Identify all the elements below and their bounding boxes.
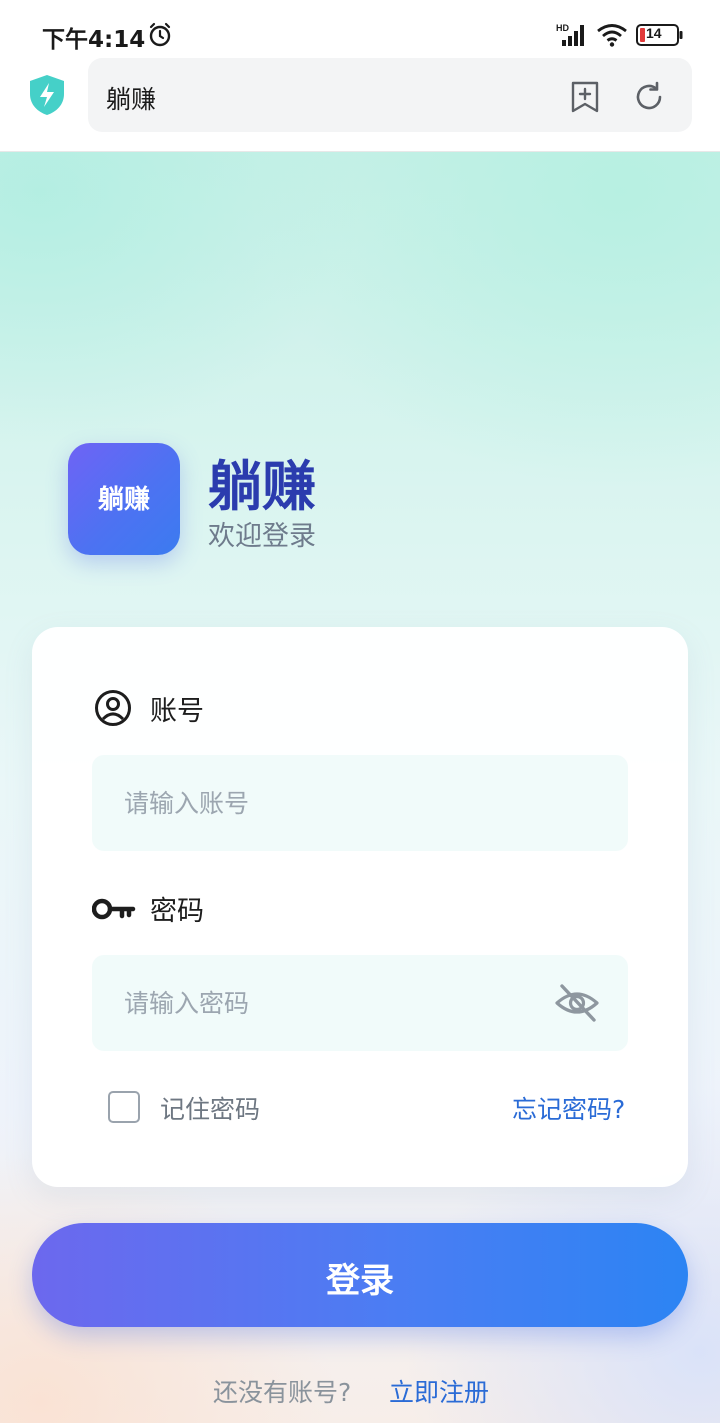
register-link[interactable]: 立即注册 bbox=[389, 1373, 489, 1409]
network-label: HD bbox=[556, 23, 569, 33]
login-button[interactable]: 登录 bbox=[32, 1223, 688, 1327]
password-field[interactable] bbox=[92, 955, 628, 1051]
app-logo: 躺赚 bbox=[68, 443, 180, 555]
login-page: 躺赚 躺赚 欢迎登录 账号 密码 记住密码 bbox=[0, 152, 720, 1423]
remember-password-label[interactable]: 记住密码 bbox=[160, 1090, 260, 1126]
account-label: 账号 bbox=[150, 696, 204, 727]
password-label: 密码 bbox=[150, 896, 204, 927]
alarm-icon bbox=[149, 22, 171, 47]
key-icon bbox=[92, 898, 136, 920]
signal-icon: HD bbox=[556, 23, 584, 46]
login-button-label: 登录 bbox=[326, 1262, 394, 1300]
bookmark-add-icon[interactable] bbox=[568, 80, 602, 114]
page-title: 躺赚 bbox=[106, 85, 157, 114]
remember-password-checkbox[interactable] bbox=[108, 1091, 140, 1123]
account-input[interactable] bbox=[124, 779, 544, 827]
browser-toolbar: 躺赚 bbox=[0, 56, 720, 152]
account-field[interactable] bbox=[92, 755, 628, 851]
register-prompt: 还没有账号? bbox=[213, 1378, 352, 1407]
app-name: 躺赚 bbox=[208, 455, 316, 518]
refresh-icon[interactable] bbox=[632, 80, 666, 114]
eye-off-icon[interactable] bbox=[554, 983, 600, 1023]
login-form-card: 账号 密码 记住密码 忘记密码? bbox=[32, 627, 688, 1187]
status-time: 下午4:14 bbox=[42, 27, 146, 53]
app-tagline: 欢迎登录 bbox=[208, 521, 316, 552]
password-input[interactable] bbox=[124, 979, 544, 1027]
wifi-icon bbox=[597, 24, 627, 47]
forgot-password-link[interactable]: 忘记密码? bbox=[512, 1090, 625, 1126]
shield-icon[interactable] bbox=[28, 74, 66, 116]
user-icon bbox=[95, 690, 131, 726]
logo-text: 躺赚 bbox=[97, 485, 150, 515]
battery-level: 14 bbox=[646, 25, 662, 41]
address-bar[interactable]: 躺赚 bbox=[88, 58, 692, 132]
